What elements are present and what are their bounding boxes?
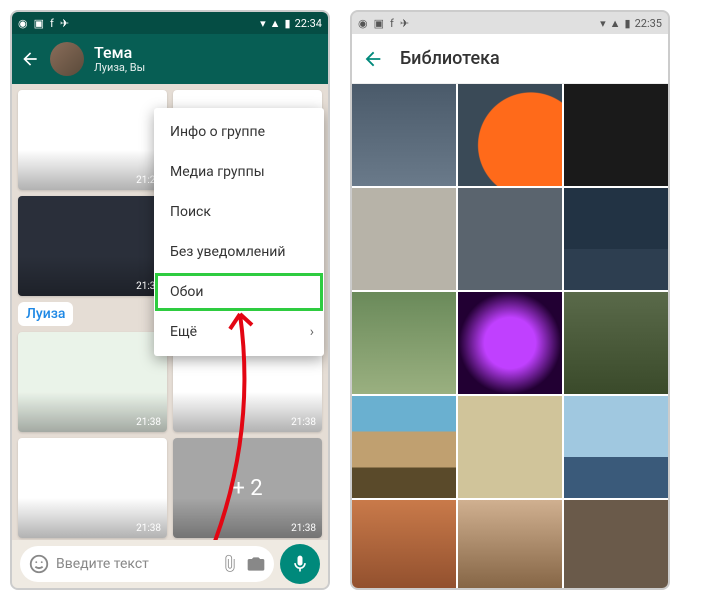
status-bar: ◉ ▣ f ✈ ▾ ▲ ▮ 22:34 <box>12 12 328 34</box>
app-icon: ✈ <box>60 17 69 30</box>
signal-icon: ▲ <box>270 17 281 30</box>
wallpaper-tile[interactable] <box>564 396 668 498</box>
phone-library: ◉ ▣ f ✈ ▾ ▲ ▮ 22:35 Библиотека <box>350 10 670 590</box>
sender-label: Луиза <box>18 302 73 326</box>
menu-item-mute[interactable]: Без уведомлений <box>154 232 324 272</box>
camera-icon[interactable] <box>246 554 266 574</box>
clock: 22:34 <box>295 17 322 30</box>
app-icon: f <box>390 17 394 30</box>
media-tile[interactable]: + 2 21:38 <box>173 438 322 538</box>
wallpaper-tile[interactable] <box>352 396 456 498</box>
menu-item-group-info[interactable]: Инфо о группе <box>154 112 324 152</box>
wallpaper-tile[interactable] <box>352 188 456 290</box>
wallpaper-tile[interactable] <box>352 84 456 186</box>
back-icon[interactable] <box>362 48 384 70</box>
chat-subtitle: Луиза, Вы <box>94 62 145 74</box>
attach-icon[interactable] <box>220 554 240 574</box>
media-tile[interactable]: 21:38 <box>18 196 167 296</box>
wallpaper-tile[interactable] <box>458 292 562 394</box>
carrier-icon: ◉ <box>358 17 368 30</box>
chat-body: 21:21 21:38 + 3 Луиза 21:38 21:38 21:38 … <box>12 84 328 540</box>
library-title: Библиотека <box>400 48 500 69</box>
phone-chat: ◉ ▣ f ✈ ▾ ▲ ▮ 22:34 Тема Луиза, Вы 21:21… <box>10 10 330 590</box>
wallpaper-tile[interactable] <box>458 396 562 498</box>
clock: 22:35 <box>635 17 662 30</box>
group-avatar[interactable] <box>50 42 84 76</box>
message-input[interactable]: Введите текст <box>20 546 274 582</box>
menu-item-wallpaper[interactable]: Обои <box>154 272 324 312</box>
wallpaper-tile[interactable] <box>564 84 668 186</box>
input-bar: Введите текст <box>12 540 328 588</box>
wallpaper-tile[interactable] <box>352 292 456 394</box>
library-app-bar: Библиотека <box>352 34 668 84</box>
input-placeholder: Введите текст <box>56 556 149 572</box>
app-icon: ▣ <box>374 17 384 30</box>
status-bar: ◉ ▣ f ✈ ▾ ▲ ▮ 22:35 <box>352 12 668 34</box>
wallpaper-tile[interactable] <box>564 292 668 394</box>
voice-button[interactable] <box>280 544 320 584</box>
battery-icon: ▮ <box>285 17 291 30</box>
app-bar: Тема Луиза, Вы <box>12 34 328 84</box>
wallpaper-tile[interactable] <box>458 188 562 290</box>
signal-icon: ▲ <box>610 17 621 30</box>
menu-item-group-media[interactable]: Медиа группы <box>154 152 324 192</box>
mic-icon <box>290 554 310 574</box>
media-timestamp: 21:38 <box>291 417 316 428</box>
overflow-menu: Инфо о группе Медиа группы Поиск Без уве… <box>154 108 324 356</box>
chat-title-block[interactable]: Тема Луиза, Вы <box>94 44 145 74</box>
media-timestamp: 21:38 <box>136 417 161 428</box>
carrier-icon: ◉ <box>18 17 28 30</box>
app-icon: f <box>50 17 54 30</box>
wallpaper-tile[interactable] <box>352 500 456 588</box>
battery-icon: ▮ <box>625 17 631 30</box>
menu-item-search[interactable]: Поиск <box>154 192 324 232</box>
media-timestamp: 21:38 <box>291 523 316 534</box>
chat-title: Тема <box>94 44 145 62</box>
wifi-icon: ▾ <box>260 17 266 30</box>
media-tile[interactable]: 21:38 <box>18 332 167 432</box>
wallpaper-tile[interactable] <box>458 500 562 588</box>
app-icon: ▣ <box>34 17 44 30</box>
media-tile[interactable]: 21:21 <box>18 90 167 190</box>
wallpaper-tile[interactable] <box>564 500 668 588</box>
back-icon[interactable] <box>20 49 40 69</box>
wifi-icon: ▾ <box>600 17 606 30</box>
wallpaper-tile[interactable] <box>564 188 668 290</box>
wallpaper-grid <box>352 84 668 588</box>
wallpaper-tile[interactable] <box>458 84 562 186</box>
app-icon: ✈ <box>400 17 409 30</box>
media-timestamp: 21:38 <box>136 523 161 534</box>
menu-item-more[interactable]: Ещё <box>154 312 324 352</box>
emoji-icon[interactable] <box>28 553 50 575</box>
media-tile[interactable]: 21:38 <box>18 438 167 538</box>
